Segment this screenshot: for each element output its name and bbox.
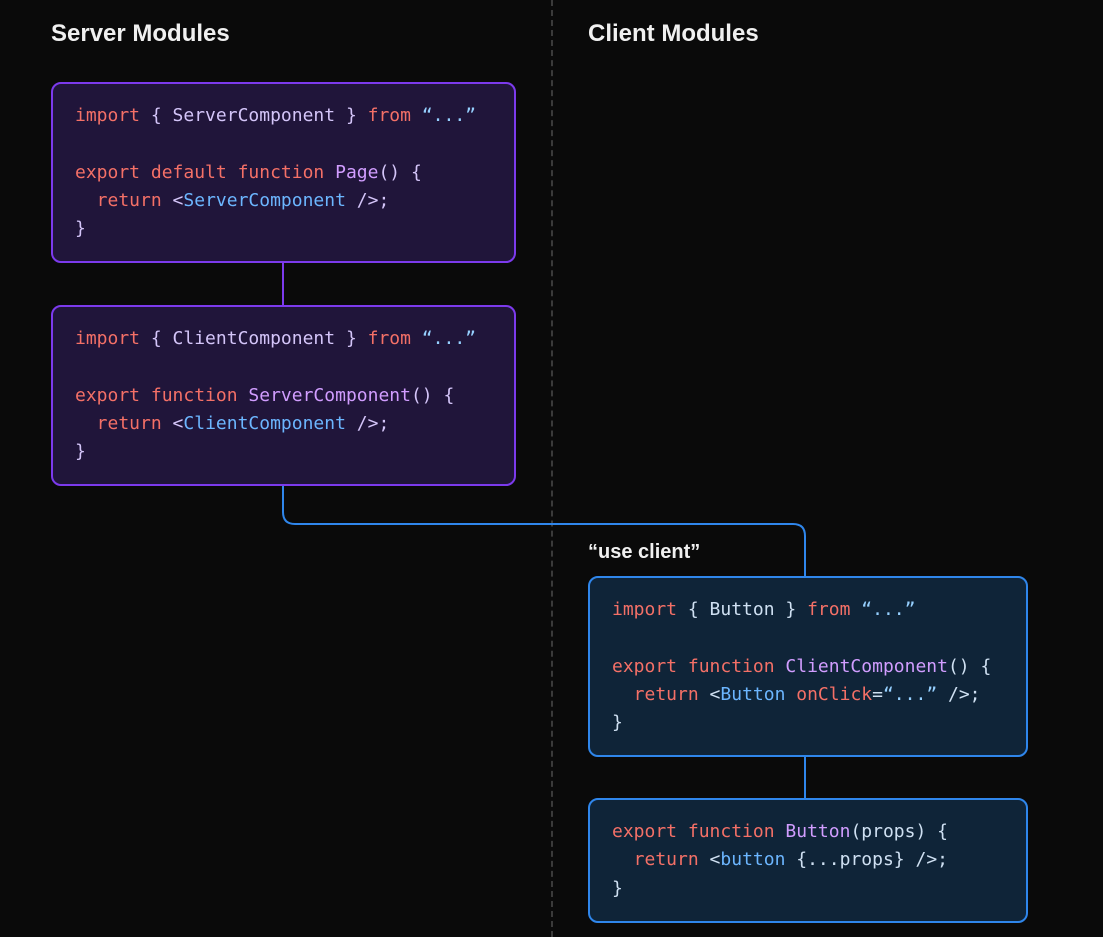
fn-clientcomponent: ClientComponent (775, 656, 948, 677)
attr-onclick: onClick (785, 684, 872, 705)
code-box-page: import { ServerComponent } from “...” ex… (51, 82, 516, 263)
code-box-clientcomponent: import { Button } from “...” export func… (588, 576, 1028, 757)
kw-from: from (368, 105, 411, 126)
fn-button: Button (775, 821, 851, 842)
kw-return: return (75, 190, 162, 211)
fn-page: Page (324, 162, 378, 183)
kw-import: import (75, 105, 140, 126)
fn-servercomponent: ServerComponent (238, 385, 411, 406)
code-box-servercomponent: import { ClientComponent } from “...” ex… (51, 305, 516, 486)
column-divider (551, 0, 553, 937)
client-modules-heading: Client Modules (588, 20, 759, 48)
kw-export: export (75, 162, 140, 183)
use-client-directive-label: “use client” (588, 541, 700, 564)
server-modules-heading: Server Modules (51, 20, 230, 48)
jsx-servercomponent: ServerComponent (183, 190, 346, 211)
jsx-clientcomponent: ClientComponent (183, 413, 346, 434)
jsx-button-native: button (720, 849, 785, 870)
code-box-button: export function Button(props) { return <… (588, 798, 1028, 923)
jsx-button: Button (720, 684, 785, 705)
